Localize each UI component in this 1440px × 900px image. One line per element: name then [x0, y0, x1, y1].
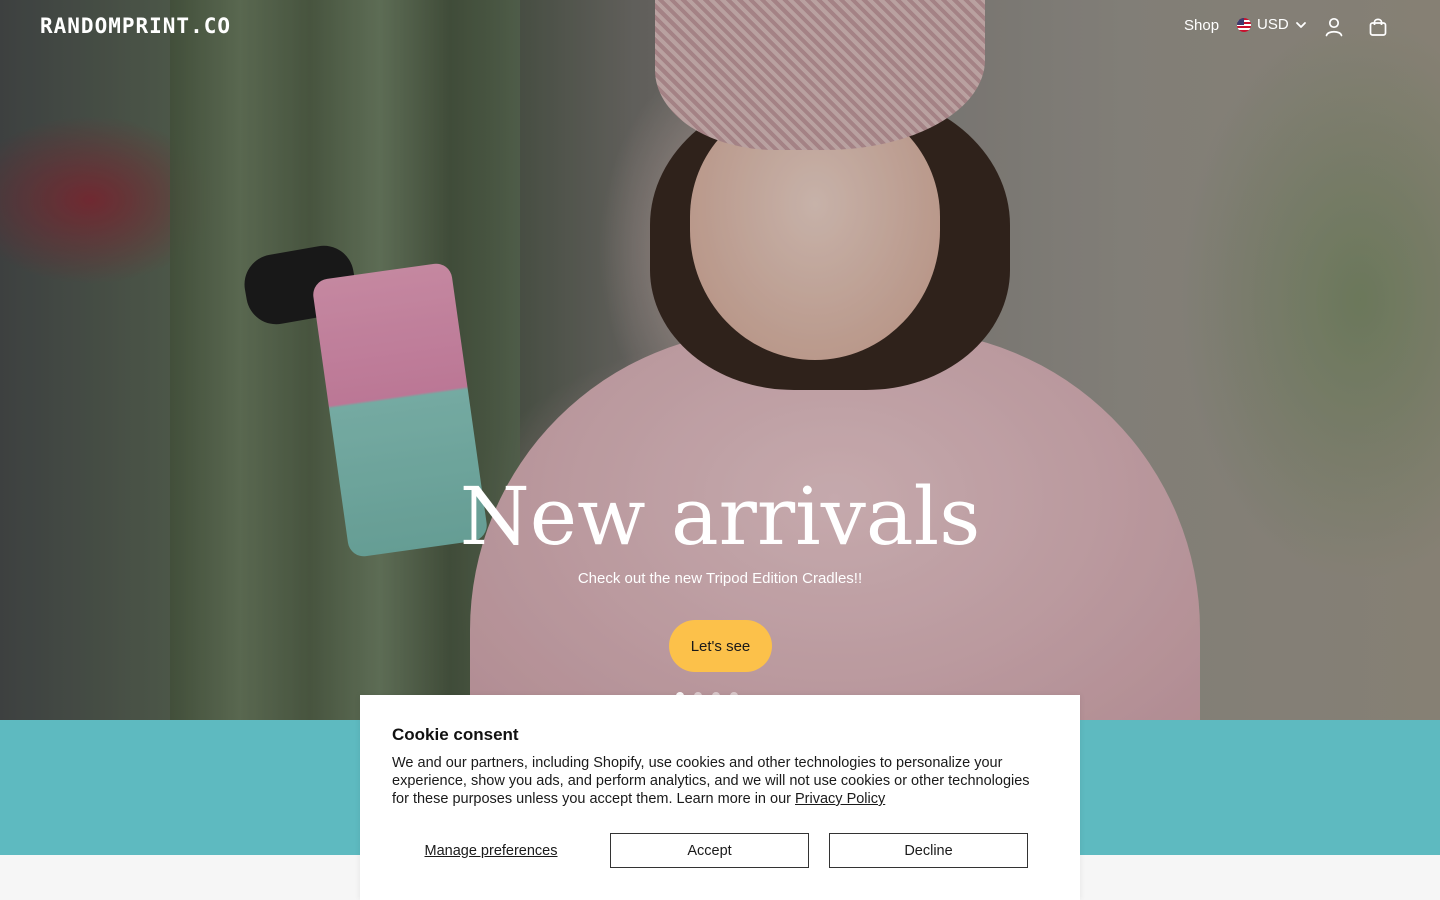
- currency-selector[interactable]: USD: [1237, 16, 1307, 33]
- hero-subtitle: Check out the new Tripod Edition Cradles…: [577, 570, 863, 587]
- hero-overlay: [0, 0, 1440, 720]
- cookie-actions: Manage preferences Accept Decline: [392, 833, 1048, 868]
- cookie-body-text: We and our partners, including Shopify, …: [392, 755, 1030, 807]
- cookie-consent-dialog: Cookie consent We and our partners, incl…: [360, 695, 1080, 900]
- hero-title: New arrivals: [459, 470, 981, 563]
- nav-shop-link[interactable]: Shop: [1184, 17, 1219, 34]
- cookie-title: Cookie consent: [392, 725, 519, 744]
- cookie-text: We and our partners, including Shopify, …: [392, 754, 1048, 808]
- accept-button[interactable]: Accept: [610, 833, 809, 868]
- decline-button[interactable]: Decline: [829, 833, 1028, 868]
- hero-banner: New arrivals Check out the new Tripod Ed…: [0, 0, 1440, 720]
- chevron-down-icon: [1295, 21, 1306, 28]
- privacy-policy-link[interactable]: Privacy Policy: [795, 791, 885, 807]
- hero-cta-button[interactable]: Let's see: [669, 620, 772, 672]
- flag-us-icon: [1237, 17, 1251, 32]
- account-icon[interactable]: [1323, 16, 1345, 38]
- cart-icon[interactable]: [1367, 16, 1389, 38]
- site-logo[interactable]: RANDOMPRINT.CO: [40, 14, 231, 38]
- site-header: RANDOMPRINT.CO Shop USD: [0, 0, 1440, 54]
- currency-label: USD: [1257, 16, 1289, 33]
- manage-preferences-button[interactable]: Manage preferences: [392, 833, 590, 868]
